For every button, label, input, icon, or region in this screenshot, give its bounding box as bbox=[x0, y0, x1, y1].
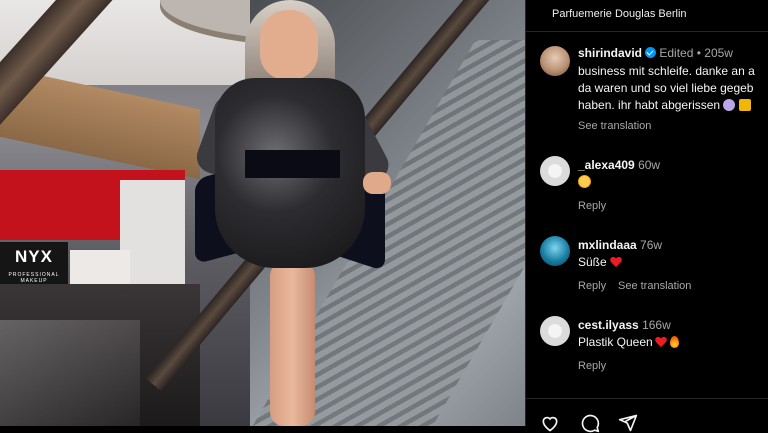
commenter-username[interactable]: mxlindaaa bbox=[578, 238, 637, 252]
store-sign-text: NYX bbox=[15, 247, 53, 266]
author-avatar[interactable] bbox=[540, 46, 570, 76]
comment-age[interactable]: 166w bbox=[642, 318, 671, 332]
reply-button[interactable]: Reply bbox=[578, 280, 606, 292]
share-icon[interactable] bbox=[618, 413, 638, 433]
commenter-username[interactable]: cest.ilyass bbox=[578, 318, 639, 332]
caption-line: business mit schleife. danke an a bbox=[578, 64, 755, 78]
person-face bbox=[260, 10, 318, 80]
post-photo[interactable]: NYX PROFESSIONAL MAKEUP bbox=[0, 0, 525, 426]
photo-person bbox=[192, 0, 425, 426]
commenter-avatar[interactable] bbox=[540, 156, 570, 186]
meta-separator: • bbox=[696, 46, 701, 60]
heart-icon[interactable] bbox=[540, 413, 560, 433]
comment-text bbox=[578, 174, 591, 191]
fire-emoji-icon bbox=[669, 336, 679, 348]
dress-sash bbox=[245, 150, 340, 178]
edited-label: Edited bbox=[659, 46, 694, 60]
caption-line: da waren und so viel liebe gegeb bbox=[578, 81, 754, 95]
comment-age[interactable]: 76w bbox=[640, 238, 662, 252]
author-username[interactable]: shirindavid bbox=[578, 46, 642, 60]
comment-text-line: Plastik Queen bbox=[578, 334, 679, 351]
comment-text-line: Süße bbox=[578, 254, 622, 271]
crown-emoji-icon bbox=[738, 99, 751, 111]
comment-header: mxlindaaa 76w bbox=[578, 237, 662, 254]
comment-age[interactable]: 60w bbox=[638, 158, 660, 172]
comment-icon[interactable] bbox=[580, 413, 600, 433]
comment-text: Plastik Queen bbox=[578, 335, 653, 349]
caption-line-3: haben. ihr habt abgerissen bbox=[578, 97, 751, 114]
commenter-username[interactable]: _alexa409 bbox=[578, 158, 635, 172]
commenter-avatar[interactable] bbox=[540, 316, 570, 346]
commenter-avatar[interactable] bbox=[540, 236, 570, 266]
caption-header: shirindavid Edited • 205w bbox=[578, 45, 733, 62]
photo-glass-panel bbox=[0, 320, 140, 426]
heart-emoji-icon bbox=[655, 337, 667, 348]
photo-store-sign: NYX PROFESSIONAL MAKEUP bbox=[0, 242, 68, 284]
person-legs bbox=[270, 262, 315, 426]
panel-divider bbox=[525, 0, 526, 426]
post-age[interactable]: 205w bbox=[704, 46, 733, 60]
starstruck-emoji-icon bbox=[578, 175, 591, 188]
comment-text: Süße bbox=[578, 255, 607, 269]
verified-badge-icon bbox=[645, 47, 657, 58]
see-translation-link[interactable]: See translation bbox=[618, 280, 691, 292]
store-sign-subtext: PROFESSIONAL MAKEUP bbox=[8, 272, 60, 284]
person-hand bbox=[363, 172, 391, 194]
comment-header: cest.ilyass 166w bbox=[578, 317, 671, 334]
reply-button[interactable]: Reply bbox=[578, 200, 606, 212]
comment-header: _alexa409 60w bbox=[578, 157, 660, 174]
woman-emoji-icon bbox=[723, 99, 736, 111]
location-link[interactable]: Parfuemerie Douglas Berlin bbox=[552, 7, 687, 21]
see-translation-link[interactable]: See translation bbox=[578, 120, 651, 132]
reply-button[interactable]: Reply bbox=[578, 360, 606, 372]
caption-line-text: haben. ihr habt abgerissen bbox=[578, 98, 721, 112]
header-divider bbox=[526, 31, 768, 32]
action-bar bbox=[526, 398, 768, 427]
heart-emoji-icon bbox=[610, 257, 622, 268]
